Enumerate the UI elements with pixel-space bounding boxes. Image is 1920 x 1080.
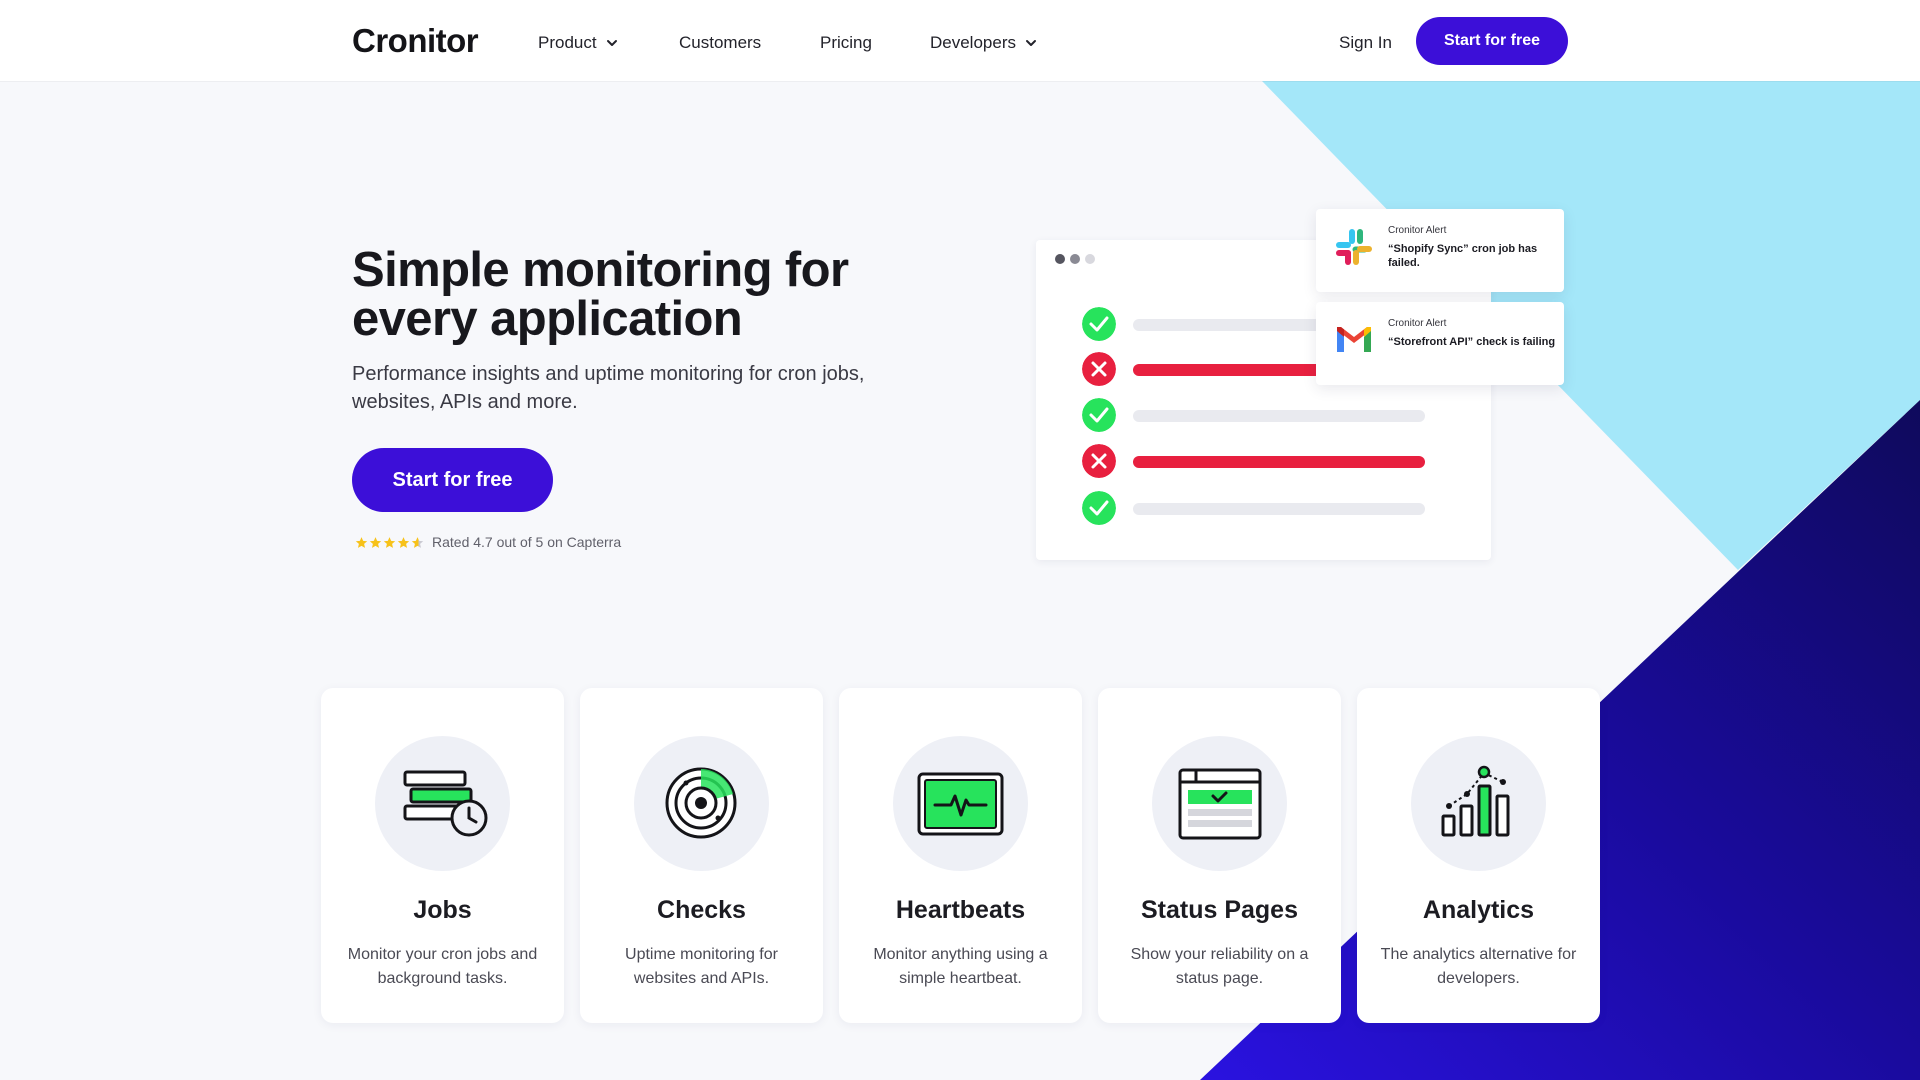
hero-title: Simple monitoring for every application <box>352 243 849 346</box>
monitor-bar <box>1133 503 1425 515</box>
card-description: Monitor anything using a simple heartbea… <box>873 946 1048 987</box>
checks-icon <box>665 767 737 839</box>
gmail-alert-card: Cronitor Alert “Storefront API” check is… <box>1316 302 1564 385</box>
card-title: Heartbeats <box>895 896 1026 924</box>
card-icon-circle <box>1411 736 1546 871</box>
alert-heading: Cronitor Alert <box>1388 225 1447 236</box>
rating-stars <box>355 536 424 549</box>
heartbeats-icon <box>917 772 1004 836</box>
card-icon-circle <box>1152 736 1287 871</box>
monitor-row <box>1082 444 1462 480</box>
jobs-icon <box>403 770 488 837</box>
card-checks[interactable]: Checks Uptime monitoring for websites an… <box>580 688 823 1023</box>
x-circle-icon <box>1082 352 1116 386</box>
hero-subtitle: Performance insights and uptime monitori… <box>352 363 865 413</box>
monitor-row <box>1082 491 1462 527</box>
gmail-icon <box>1337 327 1371 352</box>
card-title: Status Pages <box>1140 896 1298 924</box>
monitor-bar <box>1133 456 1425 468</box>
nav-item-pricing[interactable]: Pricing <box>820 33 872 53</box>
nav-item-developers[interactable]: Developers <box>930 33 1038 53</box>
window-dots <box>1055 254 1095 264</box>
card-description: The analytics alternative for developers… <box>1380 946 1577 987</box>
card-status-pages[interactable]: Status Pages Show your reliability on a … <box>1098 688 1341 1023</box>
chevron-down-icon <box>1026 40 1036 46</box>
status-pages-icon <box>1178 768 1262 840</box>
star-half-icon <box>411 536 424 548</box>
monitor-bar <box>1133 410 1425 422</box>
x-circle-icon <box>1082 444 1116 478</box>
card-description: Show your reliability on a status page. <box>1130 946 1309 987</box>
card-description: Uptime monitoring for websites and APIs. <box>625 946 778 987</box>
card-description: Monitor your cron jobs and background ta… <box>347 946 538 987</box>
top-navigation: Cronitor Product Customers Pricing Devel… <box>0 0 1920 81</box>
analytics-icon <box>1441 765 1510 837</box>
slack-icon <box>1336 229 1372 265</box>
alert-message: “Shopify Sync” cron job has failed. <box>1388 243 1538 269</box>
star-icon <box>355 536 368 548</box>
check-circle-icon <box>1082 307 1116 341</box>
alert-heading: Cronitor Alert <box>1388 318 1447 329</box>
star-icon <box>369 536 382 548</box>
check-circle-icon <box>1082 491 1116 525</box>
chevron-down-icon <box>606 40 617 46</box>
star-icon <box>383 536 396 548</box>
hero-start-free-button[interactable]: Start for free <box>352 448 553 512</box>
card-icon-circle <box>634 736 769 871</box>
star-icon <box>397 536 410 548</box>
card-title: Jobs <box>413 896 472 924</box>
card-jobs[interactable]: Jobs Monitor your cron jobs and backgrou… <box>321 688 564 1023</box>
capterra-rating: Rated 4.7 out of 5 on Capterra <box>355 534 621 550</box>
alert-message: “Storefront API” check is failing <box>1388 336 1556 348</box>
nav-start-free-button[interactable]: Start for free <box>1416 17 1568 65</box>
card-analytics[interactable]: Analytics The analytics alternative for … <box>1357 688 1600 1023</box>
check-circle-icon <box>1082 398 1116 432</box>
nav-item-product[interactable]: Product <box>538 33 619 53</box>
card-icon-circle <box>375 736 510 871</box>
nav-item-customers[interactable]: Customers <box>679 33 761 53</box>
sign-in-link[interactable]: Sign In <box>1339 33 1392 53</box>
brand-logo[interactable]: Cronitor <box>352 22 479 60</box>
monitor-row <box>1082 398 1462 434</box>
slack-alert-card: Cronitor Alert “Shopify Sync” cron job h… <box>1316 209 1564 292</box>
card-title: Checks <box>657 896 746 924</box>
rating-text: Rated 4.7 out of 5 on Capterra <box>432 534 622 550</box>
card-icon-circle <box>893 736 1028 871</box>
card-heartbeats[interactable]: Heartbeats Monitor anything using a simp… <box>839 688 1082 1023</box>
card-title: Analytics <box>1422 896 1535 924</box>
